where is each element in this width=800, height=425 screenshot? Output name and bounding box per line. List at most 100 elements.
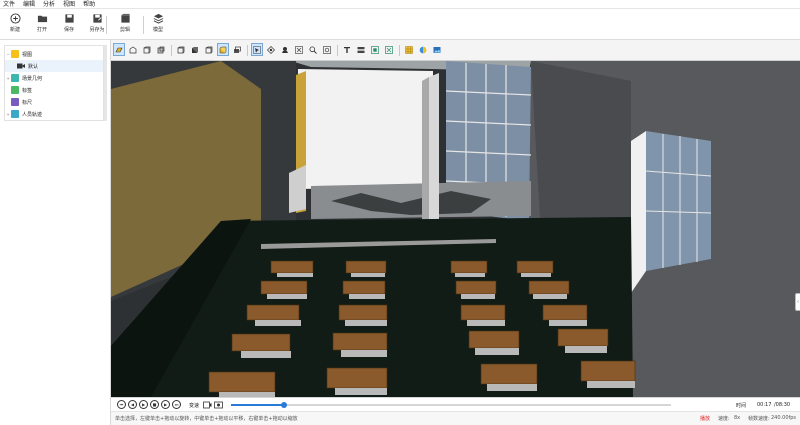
skip-end-icon: ⏭ [174, 401, 179, 407]
open-button[interactable]: 打开 [28, 13, 56, 37]
tree-item-default[interactable]: 默认 [5, 60, 103, 72]
tag-icon [11, 86, 19, 94]
film-clip-icon [120, 13, 130, 23]
select-tool-button[interactable] [251, 43, 263, 56]
play-button[interactable]: ▶ [139, 400, 148, 409]
tree-item-geometry[interactable]: + 场景几何 [5, 72, 103, 84]
main-toolbar: 新建 打开 保存 另存为 剪辑 模型 [0, 9, 800, 40]
side-view-button[interactable] [155, 43, 167, 56]
wire-view-button[interactable] [203, 43, 215, 56]
scene-tree-panel: − 视图 默认 + 场景几何 标签 标尺 + 人员轨迹 [0, 40, 111, 425]
screenshot-button[interactable] [431, 43, 443, 56]
zoom-fit-button[interactable] [321, 43, 333, 56]
playback-bar: ⏮ ◀ ▶ ■ ▶ ⏭ 变速 时间 00:17 /08:30 [111, 397, 800, 411]
people-icon [11, 110, 19, 118]
tree-item-label: 视图 [22, 51, 33, 58]
camera-record-icon[interactable] [214, 401, 223, 409]
tree-item-label: 标签 [22, 87, 33, 94]
save-button[interactable]: 保存 [55, 13, 83, 37]
ortho-icon [129, 46, 137, 53]
clip-box-icon [371, 45, 379, 54]
person-hat-icon [282, 46, 288, 53]
sun-globe-icon [419, 46, 427, 53]
ortho-view-button[interactable] [127, 43, 139, 56]
cube-wire-icon [205, 46, 213, 53]
tree-item-label: 标尺 [22, 99, 33, 106]
skip-start-icon: ⏮ [119, 401, 124, 407]
cube-front-icon [143, 46, 151, 53]
open-button-label: 打开 [36, 27, 47, 33]
cube-side-icon [157, 46, 165, 53]
step-forward-icon: ▶ [163, 401, 168, 407]
step-back-button[interactable]: ◀ [128, 400, 137, 409]
step-forward-button[interactable]: ▶ [161, 400, 170, 409]
timeline-thumb[interactable] [280, 402, 287, 408]
play-icon: ▶ [141, 401, 146, 407]
menu-help[interactable]: 帮助 [83, 0, 95, 9]
section-tool-button[interactable] [355, 43, 367, 56]
tree-item-view[interactable]: − 视图 [5, 48, 103, 60]
front-view-button[interactable] [141, 43, 153, 56]
timeline-track[interactable] [231, 402, 671, 408]
clip-box-button[interactable] [369, 43, 381, 56]
orbit-tool-button[interactable] [265, 43, 277, 56]
view-toolbar [111, 40, 800, 61]
zoom-fit-icon [323, 45, 331, 54]
3d-viewport[interactable]: ‹ [111, 61, 800, 397]
clip-button[interactable]: 剪辑 [111, 13, 139, 37]
time-label: 时间 [736, 403, 747, 409]
save-as-icon [92, 14, 102, 23]
tree-item-label: 默认 [28, 63, 39, 70]
zoom-button[interactable] [307, 43, 319, 56]
stop-button[interactable]: ■ [150, 400, 159, 409]
skip-start-button[interactable]: ⏮ [117, 400, 126, 409]
fps-value: 240.00fps [771, 415, 797, 421]
person-view-button[interactable] [279, 43, 291, 56]
layers-icon [153, 13, 163, 24]
current-time: 00:17 [757, 402, 772, 408]
tree-item-label: 场景几何 [22, 75, 43, 82]
total-time: /08:30 [774, 402, 791, 408]
new-button[interactable]: 新建 [1, 13, 29, 37]
status-bar: 单击选择，左键单击+拖动以旋转，中键单击+拖动以平移，右键单击+拖动以缩放 播放… [111, 411, 800, 425]
solid-view-button[interactable] [189, 43, 201, 56]
text-tool-button[interactable] [341, 43, 353, 56]
measure-box-icon [385, 45, 393, 54]
tree-item-tags[interactable]: 标签 [5, 84, 103, 96]
folder-open-icon [37, 15, 47, 23]
stop-icon: ■ [152, 401, 157, 407]
geometry-icon [11, 74, 19, 82]
cube-shaded-icon [219, 46, 227, 53]
menu-view[interactable]: 视图 [63, 0, 75, 9]
speed-label: 速度: [718, 416, 730, 422]
menu-file[interactable]: 文件 [3, 0, 15, 9]
layers-view-button[interactable] [231, 43, 243, 56]
view-folder-icon [11, 50, 19, 58]
record-icon[interactable] [203, 401, 212, 409]
menu-bar: 文件 编辑 分析 视图 帮助 [0, 0, 800, 9]
lighting-button[interactable] [417, 43, 429, 56]
center-white-wall [298, 69, 433, 189]
skip-end-button[interactable]: ⏭ [172, 400, 181, 409]
iso-view-button[interactable] [175, 43, 187, 56]
interaction-hint: 单击选择，左键单击+拖动以旋转，中键单击+拖动以平移，右键单击+拖动以缩放 [115, 416, 298, 422]
tree-item-people-trajectory[interactable]: + 人员轨迹 [5, 108, 103, 120]
tree-item-ruler[interactable]: 标尺 [5, 96, 103, 108]
grid-toggle-button[interactable] [403, 43, 415, 56]
clip-button-label: 剪辑 [119, 27, 130, 33]
menu-edit[interactable]: 编辑 [23, 0, 35, 9]
measure-box-button[interactable] [383, 43, 395, 56]
zoom-extents-icon [295, 45, 303, 54]
save-button-label: 保存 [63, 27, 74, 33]
menu-analysis[interactable]: 分析 [43, 0, 55, 9]
cube-iso-icon [177, 46, 185, 53]
step-back-icon: ◀ [130, 401, 135, 407]
scene-tree: − 视图 默认 + 场景几何 标签 标尺 + 人员轨迹 [4, 45, 104, 121]
collapse-panel-handle[interactable]: ‹ [795, 293, 800, 311]
tree-scrollbar[interactable] [104, 45, 107, 121]
perspective-view-button[interactable] [113, 43, 125, 56]
zoom-extents-button[interactable] [293, 43, 305, 56]
model-button[interactable]: 模型 [144, 13, 172, 37]
section-icon [357, 46, 365, 53]
shaded-view-button[interactable] [217, 43, 229, 56]
